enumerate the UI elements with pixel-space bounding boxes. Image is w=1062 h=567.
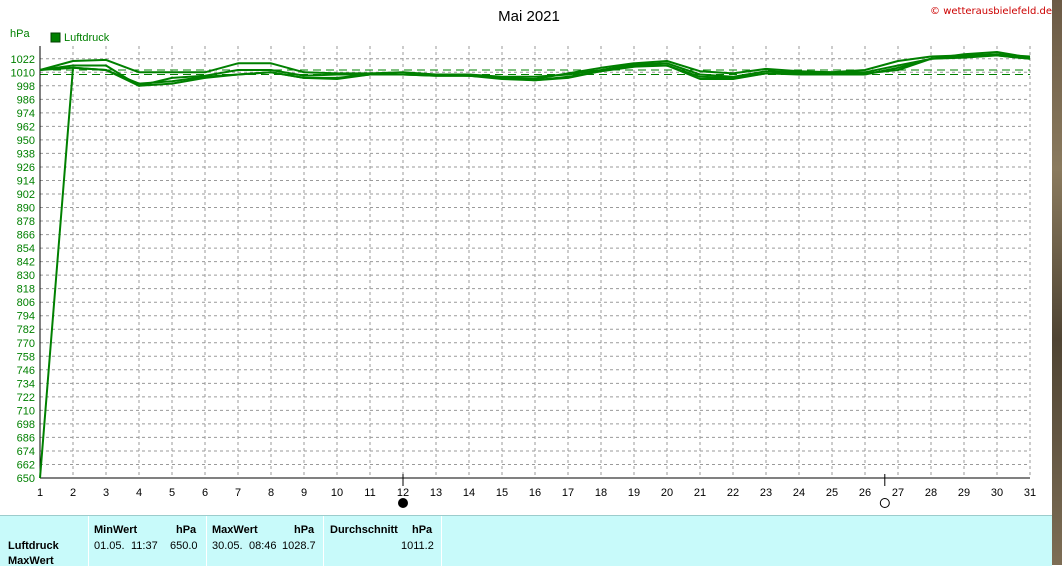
y-tick-label: 674: [17, 446, 35, 458]
y-tick-label: 758: [17, 351, 35, 363]
x-tick-label: 26: [859, 487, 871, 499]
y-tick-label: 710: [17, 405, 35, 417]
y-tick-label: 698: [17, 419, 35, 431]
background-photo-edge: [1052, 0, 1062, 565]
y-tick-label: 1010: [11, 67, 35, 79]
x-tick-label: 18: [595, 487, 607, 499]
y-tick-label: 962: [17, 121, 35, 133]
axes: 6506626746866987107227347467587707827948…: [11, 46, 1036, 499]
y-tick-label: 794: [17, 311, 35, 323]
y-tick-label: 854: [17, 243, 35, 255]
min-header: MinWert: [94, 524, 138, 536]
stats-separator: [441, 516, 442, 566]
stats-row-label-2: MaxWert: [8, 555, 54, 567]
y-tick-label: 662: [17, 459, 35, 471]
min-value: 650.0: [170, 540, 198, 552]
x-tick-label: 16: [529, 487, 541, 499]
stats-panel: Luftdruck MaxWert MinWert hPa 01.05. 11:…: [0, 515, 1052, 567]
y-tick-label: 950: [17, 135, 35, 147]
x-tick-label: 1: [37, 487, 43, 499]
chart-canvas: Mai 2021 hPa Luftdruck 65066267468669871…: [10, 8, 1036, 508]
y-tick-label: 938: [17, 148, 35, 160]
y-tick-label: 686: [17, 432, 35, 444]
x-tick-label: 25: [826, 487, 838, 499]
max-time: 08:46: [249, 540, 277, 552]
x-tick-label: 23: [760, 487, 772, 499]
x-tick-label: 2: [70, 487, 76, 499]
legend-label: Luftdruck: [64, 32, 110, 44]
x-tick-label: 12: [397, 487, 409, 499]
x-tick-label: 29: [958, 487, 970, 499]
avg-unit: hPa: [412, 524, 433, 536]
y-tick-label: 842: [17, 257, 35, 269]
min-time: 11:37: [131, 540, 158, 552]
avg-value: 1011.2: [401, 540, 434, 552]
max-date: 30.05.: [212, 540, 243, 552]
x-tick-label: 5: [169, 487, 175, 499]
y-tick-label: 914: [17, 175, 35, 187]
x-tick-label: 19: [628, 487, 640, 499]
y-unit-label: hPa: [10, 28, 30, 40]
y-tick-label: 890: [17, 203, 35, 215]
x-tick-label: 4: [136, 487, 142, 499]
y-tick-label: 746: [17, 365, 35, 377]
grid: [39, 46, 1031, 479]
y-tick-label: 902: [17, 189, 35, 201]
x-tick-label: 3: [103, 487, 109, 499]
x-tick-label: 14: [463, 487, 475, 499]
legend-swatch: [50, 32, 61, 43]
y-tick-label: 830: [17, 270, 35, 282]
x-tick-label: 28: [925, 487, 937, 499]
x-tick-label: 20: [661, 487, 673, 499]
min-date: 01.05.: [94, 540, 125, 552]
x-tick-label: 6: [202, 487, 208, 499]
chart-title: Mai 2021: [498, 8, 560, 25]
max-header: MaxWert: [212, 524, 258, 536]
max-unit: hPa: [294, 524, 315, 536]
y-tick-label: 974: [17, 108, 35, 120]
x-tick-label: 31: [1024, 487, 1036, 499]
y-tick-label: 770: [17, 338, 35, 350]
y-tick-label: 806: [17, 297, 35, 309]
copyright-notice: © wetterausbielefeld.de: [930, 6, 1052, 17]
x-tick-label: 17: [562, 487, 574, 499]
y-tick-label: 998: [17, 81, 35, 93]
stats-separator: [88, 516, 89, 566]
x-tick-label: 15: [496, 487, 508, 499]
avg-header: Durchschnitt: [330, 524, 398, 536]
x-tick-label: 30: [991, 487, 1003, 499]
x-tick-label: 9: [301, 487, 307, 499]
y-tick-label: 866: [17, 230, 35, 242]
y-tick-label: 1022: [11, 54, 35, 66]
y-tick-label: 878: [17, 216, 35, 228]
y-tick-label: 782: [17, 324, 35, 336]
new-moon-icon: [398, 498, 408, 508]
x-tick-label: 10: [331, 487, 343, 499]
y-tick-label: 722: [17, 392, 35, 404]
x-tick-label: 22: [727, 487, 739, 499]
y-tick-label: 926: [17, 162, 35, 174]
y-tick-label: 986: [17, 94, 35, 106]
x-tick-label: 21: [694, 487, 706, 499]
max-value: 1028.7: [282, 540, 316, 552]
x-tick-label: 13: [430, 487, 442, 499]
y-tick-label: 650: [17, 473, 35, 485]
x-tick-label: 11: [364, 487, 375, 499]
y-tick-label: 734: [17, 378, 35, 390]
stats-row-label: Luftdruck: [8, 540, 59, 552]
min-unit: hPa: [176, 524, 197, 536]
stats-separator: [206, 516, 207, 566]
x-tick-label: 27: [892, 487, 904, 499]
x-tick-label: 7: [235, 487, 241, 499]
full-moon-icon: [879, 498, 890, 508]
x-tick-label: 8: [268, 487, 274, 499]
x-tick-label: 24: [793, 487, 805, 499]
y-tick-label: 818: [17, 284, 35, 296]
stats-separator: [323, 516, 324, 566]
